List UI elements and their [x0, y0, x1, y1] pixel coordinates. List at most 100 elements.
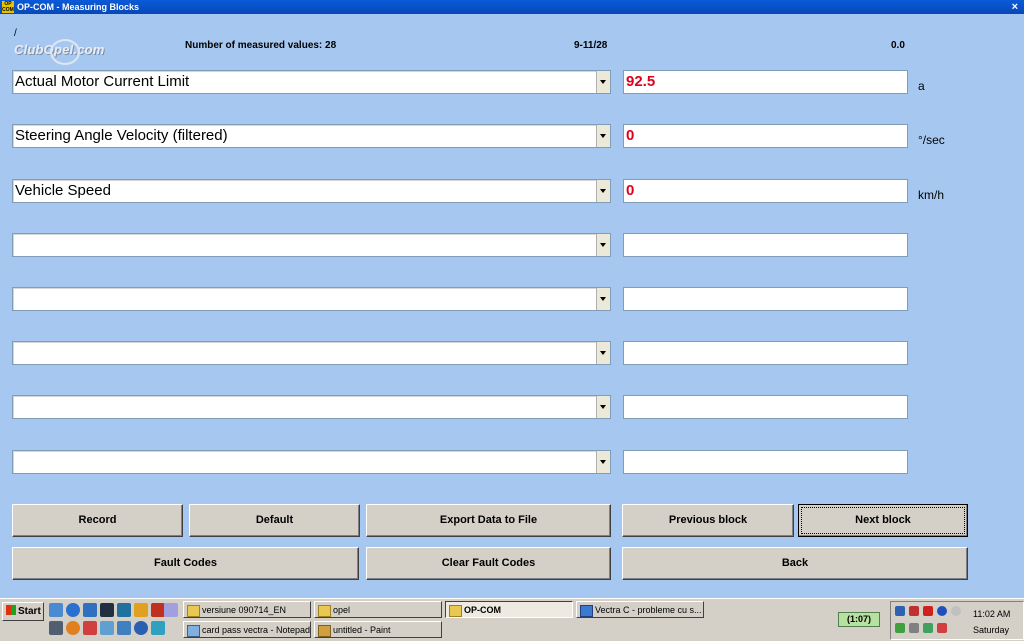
program-icon[interactable] — [164, 603, 178, 617]
measure-select[interactable] — [12, 287, 611, 311]
measure-label: Steering Angle Velocity (filtered) — [15, 127, 228, 144]
security-tray-icon[interactable] — [909, 606, 919, 616]
network-tray-icon[interactable] — [895, 606, 905, 616]
media-player-icon[interactable] — [83, 603, 97, 617]
fault-codes-button[interactable]: Fault Codes — [12, 547, 359, 580]
program-icon[interactable] — [151, 603, 165, 617]
task-folder-versiune[interactable]: versiune 090714_EN — [183, 601, 311, 618]
task-browser-vectra[interactable]: Vectra C - probleme cu s... — [576, 601, 704, 618]
desktop-icon[interactable] — [49, 603, 63, 617]
measure-row-3: Vehicle Speed 0 km/h — [12, 179, 1024, 205]
task-label: untitled - Paint — [333, 625, 391, 635]
default-button[interactable]: Default — [189, 504, 360, 537]
task-paint[interactable]: untitled - Paint — [314, 621, 442, 638]
measure-label: Vehicle Speed — [15, 182, 111, 199]
measure-select[interactable]: Actual Motor Current Limit — [12, 70, 611, 94]
measure-row-8 — [12, 450, 1024, 476]
measure-value-box — [623, 450, 908, 474]
back-button[interactable]: Back — [622, 547, 968, 580]
command-prompt-icon[interactable] — [100, 603, 114, 617]
measure-select[interactable]: Steering Angle Velocity (filtered) — [12, 124, 611, 148]
chevron-down-icon[interactable] — [596, 342, 610, 364]
start-button[interactable]: Start — [2, 602, 44, 621]
chevron-down-icon[interactable] — [596, 396, 610, 418]
clock-time[interactable]: 11:02 AM — [973, 609, 1010, 619]
notepad-icon — [187, 625, 200, 637]
antivirus-tray-icon[interactable] — [923, 606, 933, 616]
clubopel-logo: ClubOpel.com — [14, 39, 105, 65]
window-title: OP-COM - Measuring Blocks — [17, 2, 140, 12]
start-label: Start — [18, 606, 41, 617]
task-folder-opel[interactable]: opel — [314, 601, 442, 618]
quicklaunch-icon[interactable] — [117, 603, 131, 617]
opcom-app-icon: OP COM — [2, 1, 14, 13]
measure-value-box: 92.5 — [623, 70, 908, 94]
measure-label: Actual Motor Current Limit — [15, 73, 190, 90]
measure-row-1: Actual Motor Current Limit 92.5 a — [12, 70, 1024, 96]
measure-select[interactable] — [12, 341, 611, 365]
task-label: card pass vectra - Notepad — [202, 625, 311, 635]
windows-logo-icon — [6, 605, 16, 615]
chevron-down-icon[interactable] — [596, 234, 610, 256]
program-tray-icon[interactable] — [923, 623, 933, 633]
measure-value: 0 — [626, 127, 635, 144]
measure-row-2: Steering Angle Velocity (filtered) 0 °/s… — [12, 124, 1024, 150]
clear-fault-codes-button[interactable]: Clear Fault Codes — [366, 547, 611, 580]
logo-ring-icon — [50, 39, 80, 65]
record-button[interactable]: Record — [12, 504, 183, 537]
opcom-icon — [449, 605, 462, 617]
program-tray-icon[interactable] — [937, 623, 947, 633]
program-icon[interactable] — [100, 621, 114, 635]
measure-select[interactable] — [12, 395, 611, 419]
measuring-blocks-window: / ClubOpel.com Number of measured values… — [0, 14, 1024, 598]
task-label: versiune 090714_EN — [202, 605, 287, 615]
title-bar: OP COM OP-COM - Measuring Blocks × — [0, 0, 1024, 14]
measure-value-box: 0 — [623, 124, 908, 148]
measure-value-box — [623, 233, 908, 257]
measure-row-6 — [12, 341, 1024, 367]
previous-block-button[interactable]: Previous block — [622, 504, 794, 537]
measure-value-box — [623, 395, 908, 419]
measure-select[interactable]: Vehicle Speed — [12, 179, 611, 203]
block-range: 9-11/28 — [574, 40, 608, 51]
measure-row-7 — [12, 395, 1024, 421]
path-label: / — [14, 28, 17, 39]
measure-unit: a — [918, 79, 925, 93]
chevron-down-icon[interactable] — [596, 71, 610, 93]
internet-explorer-icon[interactable] — [66, 603, 80, 617]
clock-tray-icon[interactable] — [951, 606, 961, 616]
chevron-down-icon[interactable] — [596, 180, 610, 202]
next-block-button[interactable]: Next block — [798, 504, 968, 537]
measure-value-box: 0 — [623, 179, 908, 203]
program-icon[interactable] — [49, 621, 63, 635]
wifi-tray-icon[interactable] — [895, 623, 905, 633]
measure-unit: km/h — [918, 188, 945, 202]
measure-select[interactable] — [12, 233, 611, 257]
folder-icon — [187, 605, 200, 617]
task-opcom[interactable]: OP-COM — [445, 601, 573, 618]
bluetooth-tray-icon[interactable] — [937, 606, 947, 616]
program-icon[interactable] — [151, 621, 165, 635]
measure-value: 0 — [626, 182, 635, 199]
network-icon[interactable] — [83, 621, 97, 635]
chevron-down-icon[interactable] — [596, 125, 610, 147]
task-label: Vectra C - probleme cu s... — [595, 605, 702, 615]
firefox-icon[interactable] — [66, 621, 80, 635]
system-tray: 11:02 AM Saturday — [890, 601, 1024, 640]
timer-value: 0.0 — [891, 40, 905, 51]
clock-day: Saturday — [973, 625, 1010, 635]
speaker-tray-icon[interactable] — [909, 623, 919, 633]
measured-values-count: Number of measured values: 28 — [185, 40, 337, 51]
measure-value: 92.5 — [626, 73, 656, 90]
close-icon[interactable]: × — [1012, 0, 1018, 14]
winrar-icon[interactable] — [134, 603, 148, 617]
program-icon[interactable] — [117, 621, 131, 635]
chevron-down-icon[interactable] — [596, 451, 610, 473]
measure-row-4 — [12, 233, 1024, 259]
measure-row-5 — [12, 287, 1024, 313]
export-data-button[interactable]: Export Data to File — [366, 504, 611, 537]
measure-select[interactable] — [12, 450, 611, 474]
chevron-down-icon[interactable] — [596, 288, 610, 310]
task-notepad[interactable]: card pass vectra - Notepad — [183, 621, 311, 638]
globe-icon[interactable] — [134, 621, 148, 635]
